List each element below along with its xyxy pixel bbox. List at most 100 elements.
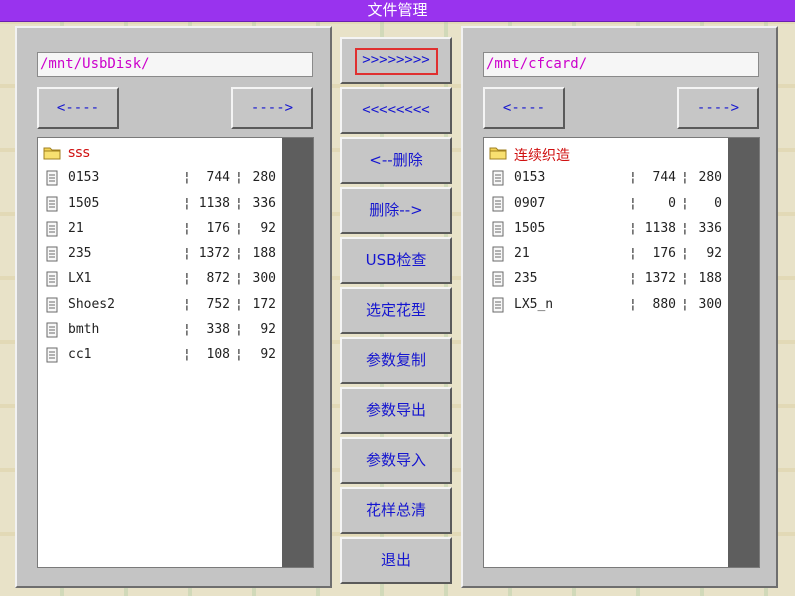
column-separator: ¦ bbox=[235, 246, 243, 262]
file-row[interactable]: 235 ¦ 1372 ¦ 188 bbox=[484, 267, 729, 292]
column-separator: ¦ bbox=[629, 170, 637, 186]
source-file-list[interactable]: sss 0153 ¦ 744 ¦ 280 1505 ¦ 1138 ¦ 336 21 ¦ 176 ¦ 92 235… bbox=[37, 137, 314, 568]
column-separator: ¦ bbox=[629, 220, 637, 236]
file-length: 92 bbox=[260, 347, 276, 363]
file-length: 188 bbox=[698, 271, 722, 287]
file-row[interactable]: 235 ¦ 1372 ¦ 188 bbox=[38, 242, 283, 267]
file-row[interactable]: 0153 ¦ 744 ¦ 280 bbox=[484, 166, 729, 191]
file-row[interactable]: Shoes2 ¦ 752 ¦ 172 bbox=[38, 293, 283, 318]
file-name: bmth bbox=[68, 322, 100, 338]
source-path-field[interactable]: /mnt/UsbDisk/ bbox=[37, 52, 313, 77]
file-icon bbox=[489, 196, 507, 212]
delete-source-button[interactable]: <--删除 bbox=[340, 137, 452, 184]
file-name: cc1 bbox=[68, 347, 92, 363]
file-row[interactable]: 21 ¦ 176 ¦ 92 bbox=[38, 217, 283, 242]
file-row[interactable]: LX1 ¦ 872 ¦ 300 bbox=[38, 267, 283, 292]
source-panel: /mnt/UsbDisk/ <---- ----> sss 0153 ¦ 744 ¦ 28… bbox=[15, 26, 332, 588]
copy-to-target-button[interactable]: >>>>>>>> bbox=[340, 37, 452, 84]
file-row[interactable]: 1505 ¦ 1138 ¦ 336 bbox=[484, 217, 729, 242]
clear-patterns-button[interactable]: 花样总清 bbox=[340, 487, 452, 534]
delete-target-button[interactable]: 删除--> bbox=[340, 187, 452, 234]
column-separator: ¦ bbox=[681, 170, 689, 186]
exit-button[interactable]: 退出 bbox=[340, 537, 452, 584]
column-separator: ¦ bbox=[629, 296, 637, 312]
file-icon bbox=[43, 170, 61, 186]
usb-check-button[interactable]: USB检查 bbox=[340, 237, 452, 284]
file-length: 300 bbox=[252, 271, 276, 287]
file-name: 235 bbox=[514, 271, 538, 287]
column-separator: ¦ bbox=[235, 271, 243, 287]
file-icon bbox=[489, 271, 507, 287]
file-row[interactable]: bmth ¦ 338 ¦ 92 bbox=[38, 318, 283, 343]
file-row[interactable]: 21 ¦ 176 ¦ 92 bbox=[484, 242, 729, 267]
file-icon bbox=[43, 322, 61, 338]
column-separator: ¦ bbox=[681, 271, 689, 287]
column-separator: ¦ bbox=[681, 195, 689, 211]
column-separator: ¦ bbox=[235, 220, 243, 236]
file-icon bbox=[43, 347, 61, 363]
file-name: LX1 bbox=[68, 271, 92, 287]
file-length: 336 bbox=[252, 195, 276, 211]
file-row[interactable]: cc1 ¦ 108 ¦ 92 bbox=[38, 343, 283, 368]
file-icon bbox=[43, 246, 61, 262]
file-icon bbox=[489, 246, 507, 262]
file-length: 336 bbox=[698, 220, 722, 236]
file-length: 172 bbox=[252, 296, 276, 312]
target-path-field[interactable]: /mnt/cfcard/ bbox=[483, 52, 759, 77]
target-file-list[interactable]: 连续织造 0153 ¦ 744 ¦ 280 0907 ¦ 0 ¦ 0 1505 ¦ 1138 ¦ 336 21 ¦… bbox=[483, 137, 760, 568]
file-size: 744 bbox=[206, 170, 230, 186]
file-name: 0907 bbox=[514, 195, 546, 211]
file-icon bbox=[43, 271, 61, 287]
column-separator: ¦ bbox=[629, 195, 637, 211]
file-size: 872 bbox=[206, 271, 230, 287]
file-row[interactable]: 1505 ¦ 1138 ¦ 336 bbox=[38, 192, 283, 217]
param-export-button[interactable]: 参数导出 bbox=[340, 387, 452, 434]
source-prev-page-button[interactable]: <---- bbox=[37, 87, 119, 129]
target-scrollbar[interactable] bbox=[728, 138, 759, 567]
column-separator: ¦ bbox=[183, 296, 191, 312]
file-name: 0153 bbox=[68, 170, 100, 186]
file-icon bbox=[489, 221, 507, 237]
column-separator: ¦ bbox=[183, 271, 191, 287]
file-icon bbox=[43, 196, 61, 212]
file-row[interactable]: LX5_n ¦ 880 ¦ 300 bbox=[484, 293, 729, 318]
param-copy-button[interactable]: 参数复制 bbox=[340, 337, 452, 384]
param-import-button[interactable]: 参数导入 bbox=[340, 437, 452, 484]
column-separator: ¦ bbox=[681, 220, 689, 236]
file-name: Shoes2 bbox=[68, 296, 115, 312]
file-length: 280 bbox=[252, 170, 276, 186]
file-length: 280 bbox=[698, 170, 722, 186]
file-length: 92 bbox=[260, 220, 276, 236]
select-pattern-button[interactable]: 选定花型 bbox=[340, 287, 452, 334]
file-name: 235 bbox=[68, 246, 92, 262]
file-name: 21 bbox=[68, 220, 84, 236]
copy-to-source-button[interactable]: <<<<<<<< bbox=[340, 87, 452, 134]
file-length: 188 bbox=[252, 246, 276, 262]
target-next-page-button[interactable]: ----> bbox=[677, 87, 759, 129]
file-size: 1372 bbox=[644, 271, 676, 287]
column-separator: ¦ bbox=[183, 220, 191, 236]
file-icon bbox=[43, 221, 61, 237]
source-scrollbar[interactable] bbox=[282, 138, 313, 567]
column-separator: ¦ bbox=[183, 322, 191, 338]
file-row[interactable]: 0907 ¦ 0 ¦ 0 bbox=[484, 192, 729, 217]
folder-row[interactable]: 连续织造 bbox=[484, 141, 729, 166]
column-separator: ¦ bbox=[183, 347, 191, 363]
file-name: LX5_n bbox=[514, 296, 554, 312]
source-next-page-button[interactable]: ----> bbox=[231, 87, 313, 129]
column-separator: ¦ bbox=[183, 195, 191, 211]
column-separator: ¦ bbox=[629, 271, 637, 287]
file-name: 1505 bbox=[514, 220, 546, 236]
folder-row[interactable]: sss bbox=[38, 141, 283, 166]
folder-icon bbox=[489, 145, 507, 161]
file-row[interactable]: 0153 ¦ 744 ¦ 280 bbox=[38, 166, 283, 191]
file-length: 92 bbox=[706, 246, 722, 262]
target-panel: /mnt/cfcard/ <---- ----> 连续织造 0153 ¦ 744 ¦ 28… bbox=[461, 26, 778, 588]
file-size: 744 bbox=[652, 170, 676, 186]
column-separator: ¦ bbox=[235, 322, 243, 338]
column-separator: ¦ bbox=[681, 296, 689, 312]
file-name: 连续织造 bbox=[514, 148, 570, 164]
file-size: 108 bbox=[206, 347, 230, 363]
target-prev-page-button[interactable]: <---- bbox=[483, 87, 565, 129]
file-length: 92 bbox=[260, 322, 276, 338]
